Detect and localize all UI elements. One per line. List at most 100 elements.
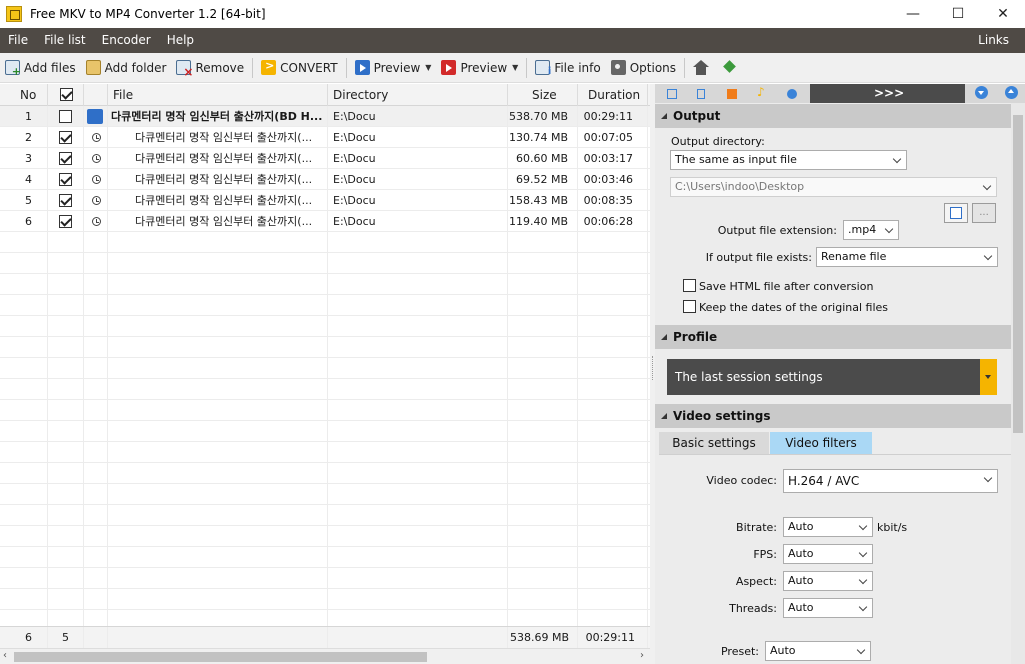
preset-select[interactable]: Auto — [765, 641, 871, 661]
folder-icon — [85, 60, 101, 75]
column-size[interactable]: Size — [508, 84, 578, 106]
more-tabs-button[interactable]: >>> — [810, 84, 965, 103]
empty-cell — [108, 358, 328, 379]
tab-settings[interactable] — [779, 85, 805, 102]
empty-cell — [108, 421, 328, 442]
profile-section-header[interactable]: Profile — [655, 325, 1011, 349]
video-section-header[interactable]: Video settings — [655, 404, 1011, 428]
remove-button[interactable]: Remove — [171, 55, 249, 81]
empty-row — [0, 232, 650, 253]
column-check[interactable] — [48, 84, 84, 106]
menu-help[interactable]: Help — [159, 28, 202, 53]
remove-label: Remove — [195, 60, 245, 75]
bitrate-select[interactable]: Auto — [783, 517, 873, 537]
menu-file[interactable]: File — [0, 28, 36, 53]
select-all-checkbox[interactable] — [60, 88, 73, 101]
add-folder-button[interactable]: Add folder — [81, 55, 172, 81]
edit-icon — [950, 207, 962, 219]
close-button[interactable]: ✕ — [980, 0, 1025, 28]
column-no[interactable]: No — [0, 84, 48, 106]
table-row[interactable]: 2 다큐멘터리 명작 임신부터 출산까지(... E:\Docu 130.74 MB 0… — [0, 127, 650, 148]
preview-output-button[interactable]: Preview ▼ — [436, 55, 523, 81]
menu-file-list[interactable]: File list — [36, 28, 94, 53]
chevron-right-icon[interactable]: › — [640, 650, 644, 661]
profile-select[interactable]: The last session settings — [667, 359, 997, 395]
home-button[interactable] — [688, 55, 717, 81]
row-checkbox-input[interactable] — [59, 194, 72, 207]
table-row[interactable]: 4 다큐멘터리 명작 임신부터 출산까지(... E:\Docu 69.52 MB 00… — [0, 169, 650, 190]
empty-cell — [578, 253, 648, 274]
chevron-down-icon[interactable] — [980, 359, 997, 395]
tab-video-filters[interactable]: Video filters — [770, 432, 872, 454]
table-row[interactable]: 1 다큐멘터리 명작 임신부터 출산까지(BD H... E:\Docu 538.70… — [0, 106, 650, 127]
empty-cell — [48, 589, 84, 610]
output-section-header[interactable]: Output — [655, 104, 1011, 128]
add-files-button[interactable]: Add files — [0, 55, 81, 81]
add-files-label: Add files — [24, 60, 76, 75]
scrollbar-thumb[interactable] — [1013, 115, 1023, 433]
row-size: 538.70 MB — [508, 106, 578, 127]
pin-button[interactable] — [717, 55, 746, 81]
empty-cell — [84, 337, 108, 358]
row-checkbox-input[interactable] — [59, 173, 72, 186]
keep-dates-checkbox[interactable] — [683, 300, 696, 313]
row-checkbox-input[interactable] — [59, 110, 72, 123]
edit-path-button[interactable] — [944, 203, 968, 223]
expand-all-icon[interactable] — [975, 86, 988, 99]
output-extension-select[interactable]: .mp4 — [843, 220, 899, 240]
scrollbar-thumb[interactable] — [14, 652, 427, 662]
tab-output[interactable] — [659, 85, 685, 102]
row-checkbox — [48, 190, 84, 211]
keep-dates-label[interactable]: Keep the dates of the original files — [699, 301, 888, 314]
clock-icon — [92, 175, 101, 184]
preview-button[interactable]: Preview ▼ — [350, 55, 437, 81]
empty-cell — [108, 547, 328, 568]
chevron-down-icon[interactable]: ▼ — [512, 63, 518, 72]
fps-select[interactable]: Auto — [783, 544, 873, 564]
empty-cell — [48, 442, 84, 463]
output-path-field[interactable]: C:\Users\indoo\Desktop — [670, 177, 997, 197]
film-icon — [727, 89, 737, 99]
column-file[interactable]: File — [108, 84, 328, 106]
chevron-left-icon[interactable]: ‹ — [3, 650, 7, 661]
browse-button[interactable]: ... — [972, 203, 996, 223]
horizontal-scrollbar[interactable]: ‹ › — [0, 648, 652, 664]
table-row[interactable]: 3 다큐멘터리 명작 임신부터 출산까지(... E:\Docu 60.60 MB 00… — [0, 148, 650, 169]
empty-cell — [84, 442, 108, 463]
fps-label: FPS: — [753, 548, 777, 561]
collapse-all-icon[interactable] — [1005, 86, 1018, 99]
menu-encoder[interactable]: Encoder — [94, 28, 159, 53]
tab-basic-settings[interactable]: Basic settings — [659, 432, 769, 454]
file-info-button[interactable]: File info — [530, 55, 605, 81]
output-directory-select[interactable]: The same as input file — [670, 150, 907, 170]
save-html-label[interactable]: Save HTML file after conversion — [699, 280, 873, 293]
menu-links[interactable]: Links — [970, 28, 1017, 53]
row-checkbox-input[interactable] — [59, 152, 72, 165]
tab-info[interactable] — [689, 85, 715, 102]
row-checkbox-input[interactable] — [59, 131, 72, 144]
minimize-button[interactable]: — — [890, 0, 936, 28]
aspect-select[interactable]: Auto — [783, 571, 873, 591]
empty-row — [0, 274, 650, 295]
column-type[interactable] — [84, 84, 108, 106]
row-checkbox-input[interactable] — [59, 215, 72, 228]
convert-button[interactable]: CONVERT — [256, 55, 342, 81]
column-directory[interactable]: Directory — [328, 84, 508, 106]
table-row[interactable]: 6 다큐멘터리 명작 임신부터 출산까지(... E:\Docu 119.40 MB 0… — [0, 211, 650, 232]
file-exists-select[interactable]: Rename file — [816, 247, 998, 267]
tab-video[interactable] — [719, 85, 745, 102]
video-codec-select[interactable]: H.264 / AVC — [783, 469, 998, 493]
empty-cell — [0, 232, 48, 253]
empty-cell — [108, 316, 328, 337]
vertical-scrollbar[interactable] — [1011, 103, 1025, 664]
save-html-checkbox[interactable] — [683, 279, 696, 292]
options-button[interactable]: Options — [606, 55, 681, 81]
tab-audio[interactable]: ♪ — [749, 85, 775, 102]
threads-select[interactable]: Auto — [783, 598, 873, 618]
maximize-button[interactable]: ☐ — [935, 0, 981, 28]
column-duration[interactable]: Duration — [578, 84, 648, 106]
chevron-down-icon[interactable]: ▼ — [425, 63, 431, 72]
empty-cell — [0, 253, 48, 274]
table-row[interactable]: 5 다큐멘터리 명작 임신부터 출산까지(... E:\Docu 158.43 MB 0… — [0, 190, 650, 211]
file-exists-label: If output file exists: — [705, 251, 812, 264]
